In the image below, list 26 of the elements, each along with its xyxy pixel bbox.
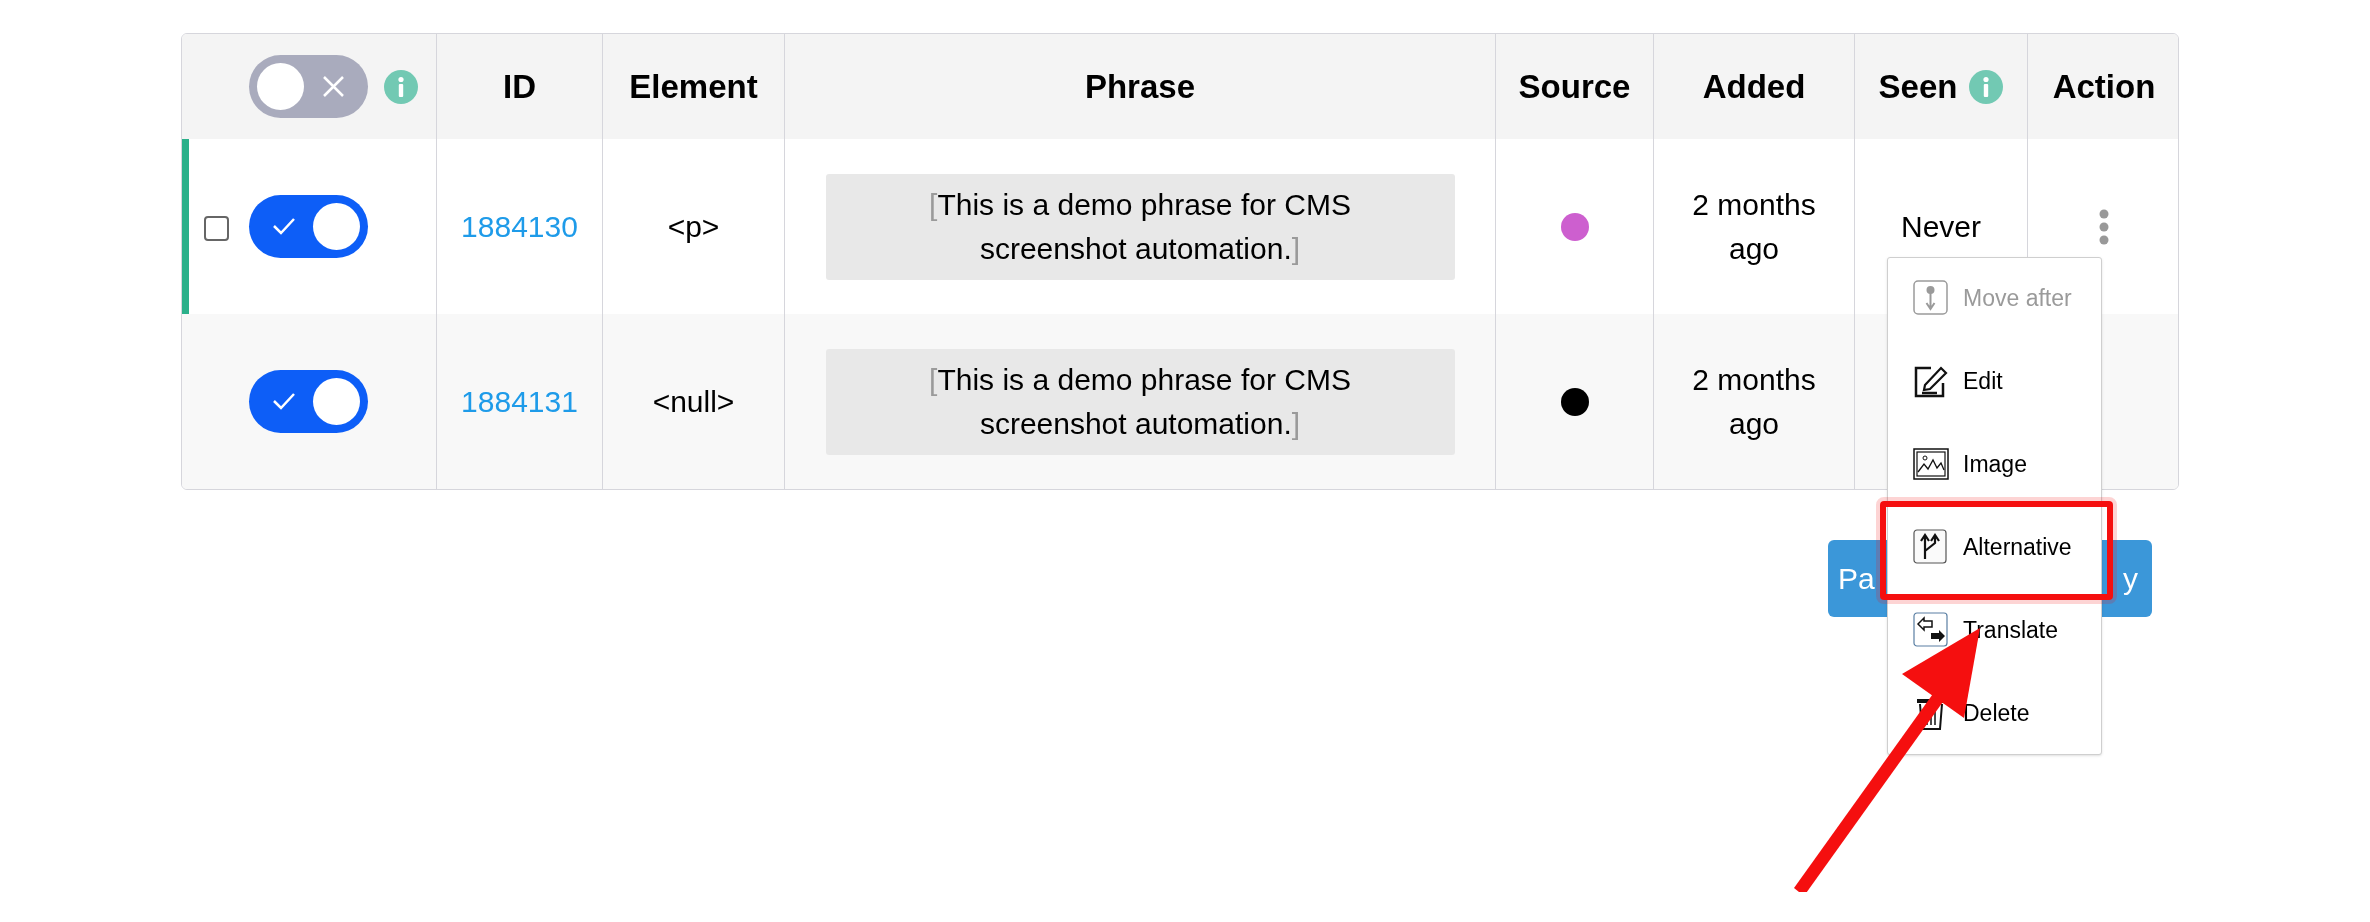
seen-status: Never <box>1901 208 1981 245</box>
row-checkbox[interactable] <box>204 216 229 241</box>
column-header: Added <box>1702 66 1806 107</box>
phrase-box: [This is a demo phrase for CMS screenshot automation.] <box>825 173 1455 280</box>
element-tag: <null> <box>652 379 735 424</box>
column-header: Element <box>629 66 758 107</box>
menu-item[interactable]: Edit <box>1913 361 2003 401</box>
menu-item[interactable]: Image <box>1913 444 2027 484</box>
menu-item[interactable]: Translate <box>1913 610 2059 650</box>
kebab-menu-icon[interactable] <box>2098 208 2110 245</box>
info-icon[interactable] <box>1969 69 2004 104</box>
swap-arrows-icon <box>1913 612 1949 648</box>
image-icon <box>1913 446 1949 482</box>
menu-item[interactable]: Alternative <box>1913 527 2072 567</box>
column-header: Source <box>1518 66 1631 107</box>
fork-arrows-icon <box>1913 529 1949 565</box>
added-time: 2 months ago <box>1691 362 1817 442</box>
column-header: Action <box>2052 66 2156 107</box>
added-time: 2 months ago <box>1691 187 1817 267</box>
info-icon[interactable] <box>384 69 418 104</box>
element-tag: <p> <box>667 204 720 249</box>
column-header: Phrase <box>1084 66 1196 107</box>
column-header: Seen <box>1878 66 1958 107</box>
close-icon <box>321 74 346 99</box>
phrase-box: [This is a demo phrase for CMS screenshot automation.] <box>825 348 1455 455</box>
column-header: ID <box>503 66 536 107</box>
